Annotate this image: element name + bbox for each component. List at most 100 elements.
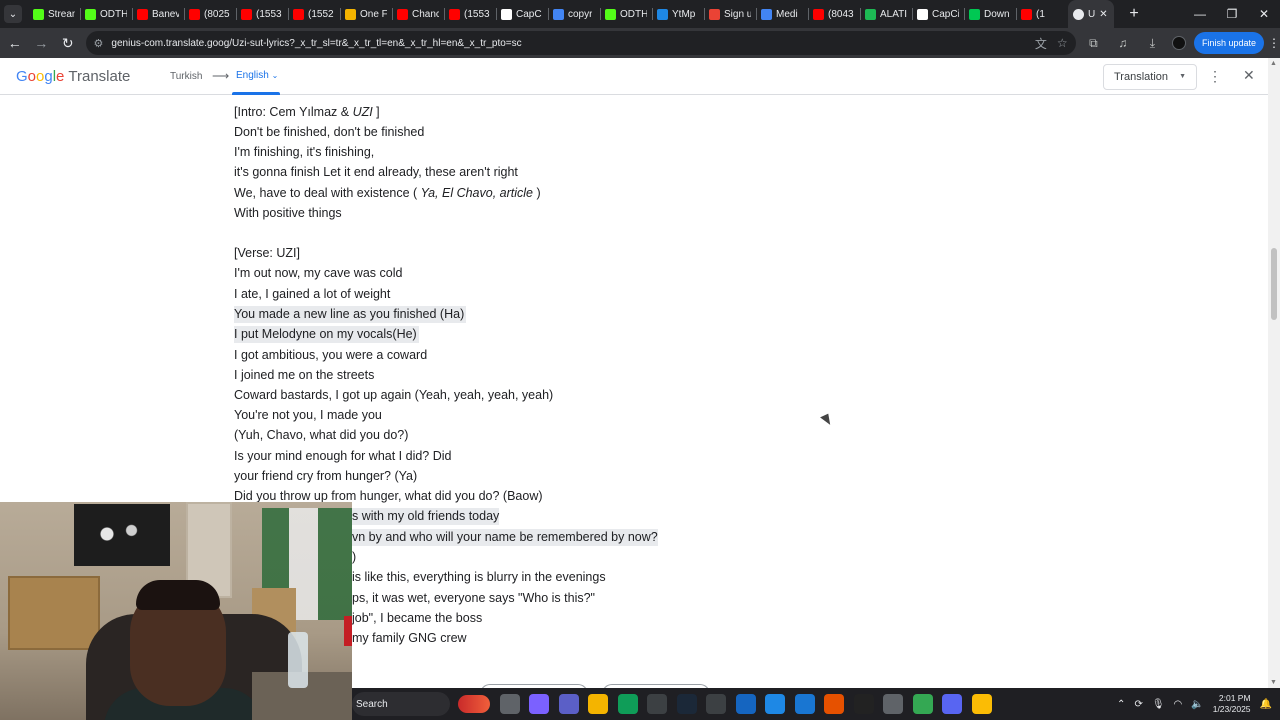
task-view-icon[interactable] bbox=[499, 694, 520, 714]
reload-button[interactable]: ↻ bbox=[56, 31, 80, 55]
view-mode-select[interactable]: Translation ▼ bbox=[1103, 64, 1197, 90]
tab-title: ODTH bbox=[620, 8, 647, 20]
volume-icon[interactable]: 🔈 bbox=[1191, 699, 1203, 710]
discord-icon[interactable] bbox=[942, 694, 962, 714]
tab[interactable]: One F bbox=[340, 0, 392, 28]
tab-title: ODTH bbox=[100, 8, 127, 20]
tab-strip: ⌄ Strean ODTH Banev (8025 (1553 (1552 One F Cha… bbox=[0, 0, 1280, 28]
clock-time: 2:01 PM bbox=[1218, 693, 1251, 703]
media-controls-icon[interactable]: ♫ bbox=[1111, 31, 1135, 55]
file-explorer-icon[interactable] bbox=[588, 694, 608, 714]
browser-menu-icon[interactable]: ⋮ bbox=[1268, 36, 1280, 50]
tab[interactable]: Chanc bbox=[392, 0, 444, 28]
tab-title: (8025 bbox=[204, 8, 230, 20]
youtube-icon bbox=[813, 8, 824, 20]
store-icon[interactable] bbox=[647, 694, 667, 714]
lyric-line: ps, it was wet, everyone says "Who is th… bbox=[352, 590, 595, 607]
close-window-button[interactable]: ✕ bbox=[1248, 0, 1280, 28]
steam-icon[interactable] bbox=[676, 694, 697, 714]
google-translate-logo[interactable]: Google Translate bbox=[16, 68, 130, 85]
clock-date: 1/23/2025 bbox=[1212, 704, 1251, 714]
tab-title: One F bbox=[360, 8, 387, 20]
notepad-icon[interactable] bbox=[765, 694, 785, 714]
tab-active[interactable]: U ✕ bbox=[1068, 0, 1114, 28]
lyric-text: (Yuh, Chavo, what did you do?) bbox=[234, 428, 409, 442]
notifications-icon[interactable]: 🔔 bbox=[1260, 699, 1272, 710]
page-scrollbar[interactable]: ▲ ▼ bbox=[1268, 58, 1280, 688]
close-translate-icon[interactable]: ✕ bbox=[1243, 67, 1255, 84]
tab[interactable]: copyr bbox=[548, 0, 600, 28]
calculator-icon[interactable] bbox=[735, 694, 756, 714]
target-language-tab[interactable]: English ⌄ bbox=[236, 70, 278, 81]
lyric-line: You made a new line as you finished (Ha) bbox=[234, 306, 467, 323]
new-tab-button[interactable]: + bbox=[1122, 2, 1146, 26]
clock[interactable]: 2:01 PM 1/23/2025 bbox=[1213, 693, 1251, 715]
scroll-thumb[interactable] bbox=[1271, 248, 1277, 320]
chrome-icon[interactable] bbox=[912, 694, 933, 714]
tab[interactable]: Medi bbox=[756, 0, 808, 28]
copilot-icon[interactable] bbox=[529, 694, 549, 714]
window-controls: — ❐ ✕ bbox=[1184, 0, 1280, 28]
bookmark-star-icon[interactable]: ☆ bbox=[1057, 36, 1068, 50]
downloads-icon[interactable]: ⤓ bbox=[1141, 31, 1165, 55]
maximize-button[interactable]: ❐ bbox=[1216, 0, 1248, 28]
edge-icon[interactable] bbox=[617, 694, 638, 714]
tab[interactable]: (1553 bbox=[444, 0, 496, 28]
doc-icon bbox=[345, 8, 356, 20]
extensions-icon[interactable]: ⧉ bbox=[1082, 31, 1106, 55]
tab-search-button[interactable]: ⌄ bbox=[4, 5, 22, 23]
lyric-text: You made a new line as you finished (Ha) bbox=[234, 307, 465, 321]
tab[interactable]: ALATI bbox=[860, 0, 912, 28]
chatgpt-icon[interactable] bbox=[706, 694, 726, 714]
youtube-icon bbox=[1021, 8, 1032, 20]
tab[interactable]: (1553 bbox=[236, 0, 288, 28]
sync-icon[interactable]: ⟳ bbox=[1134, 699, 1142, 710]
profile-avatar[interactable] bbox=[1172, 36, 1186, 50]
chevron-up-icon[interactable]: ⌃ bbox=[1117, 699, 1125, 710]
microphone-icon[interactable]: 🎙 bbox=[1152, 699, 1165, 710]
source-language-tab[interactable]: Turkish bbox=[170, 71, 202, 82]
tab-title: U bbox=[1088, 8, 1096, 20]
tab[interactable]: (1552 bbox=[288, 0, 340, 28]
tab[interactable]: Down bbox=[964, 0, 1016, 28]
tab[interactable]: Strean bbox=[28, 0, 80, 28]
tab[interactable]: Banev bbox=[132, 0, 184, 28]
tab[interactable]: YtMp bbox=[652, 0, 704, 28]
epic-games-icon[interactable] bbox=[853, 694, 874, 714]
lyric-line: I got ambitious, you were a coward bbox=[234, 347, 427, 364]
scroll-down-icon[interactable]: ▼ bbox=[1270, 679, 1277, 686]
close-tab-icon[interactable]: ✕ bbox=[1099, 9, 1107, 20]
tab[interactable]: (8043 bbox=[808, 0, 860, 28]
photos-icon[interactable] bbox=[794, 694, 815, 714]
address-bar[interactable]: ⚙ genius-com.translate.goog/Uzi-sut-lyri… bbox=[85, 31, 1076, 55]
site-info-icon[interactable]: ⚙ bbox=[94, 37, 104, 50]
settings-icon[interactable] bbox=[883, 694, 903, 714]
tab[interactable]: CapCi bbox=[912, 0, 964, 28]
translate-page-icon[interactable]: 文 bbox=[1035, 35, 1047, 52]
tab-title: Sign u bbox=[724, 8, 751, 20]
tab[interactable]: CapC bbox=[496, 0, 548, 28]
scroll-up-icon[interactable]: ▲ bbox=[1270, 60, 1277, 67]
lyric-text: [Intro: Cem Yılmaz & bbox=[234, 105, 353, 119]
webcam-water-bottle bbox=[288, 632, 308, 688]
teams-icon[interactable] bbox=[558, 694, 579, 714]
minimize-button[interactable]: — bbox=[1184, 0, 1216, 28]
taskbar-search[interactable]: Search bbox=[352, 692, 450, 716]
tab[interactable]: (1 bbox=[1016, 0, 1068, 28]
finish-update-button[interactable]: Finish update bbox=[1193, 32, 1264, 54]
lyric-text: it's gonna finish Let it end already, th… bbox=[234, 165, 518, 179]
chrome-alt-icon[interactable] bbox=[971, 694, 992, 714]
wifi-icon[interactable]: ◠ bbox=[1174, 699, 1183, 710]
back-button[interactable]: ← bbox=[3, 31, 27, 55]
tab[interactable]: ODTH bbox=[600, 0, 652, 28]
lyric-line: Don't be finished, don't be finished bbox=[234, 124, 424, 141]
tab[interactable]: ODTH bbox=[80, 0, 132, 28]
google-translate-bar: Google Translate Turkish ⟶ English ⌄ Tran… bbox=[0, 58, 1268, 95]
tab-title: Medi bbox=[776, 8, 798, 20]
more-options-icon[interactable]: ⋮ bbox=[1208, 68, 1222, 85]
search-highlight-art[interactable] bbox=[458, 695, 490, 713]
app-orange-icon[interactable] bbox=[824, 694, 844, 714]
forward-button[interactable]: → bbox=[30, 31, 54, 55]
tab[interactable]: (8025 bbox=[184, 0, 236, 28]
tab[interactable]: Sign u bbox=[704, 0, 756, 28]
